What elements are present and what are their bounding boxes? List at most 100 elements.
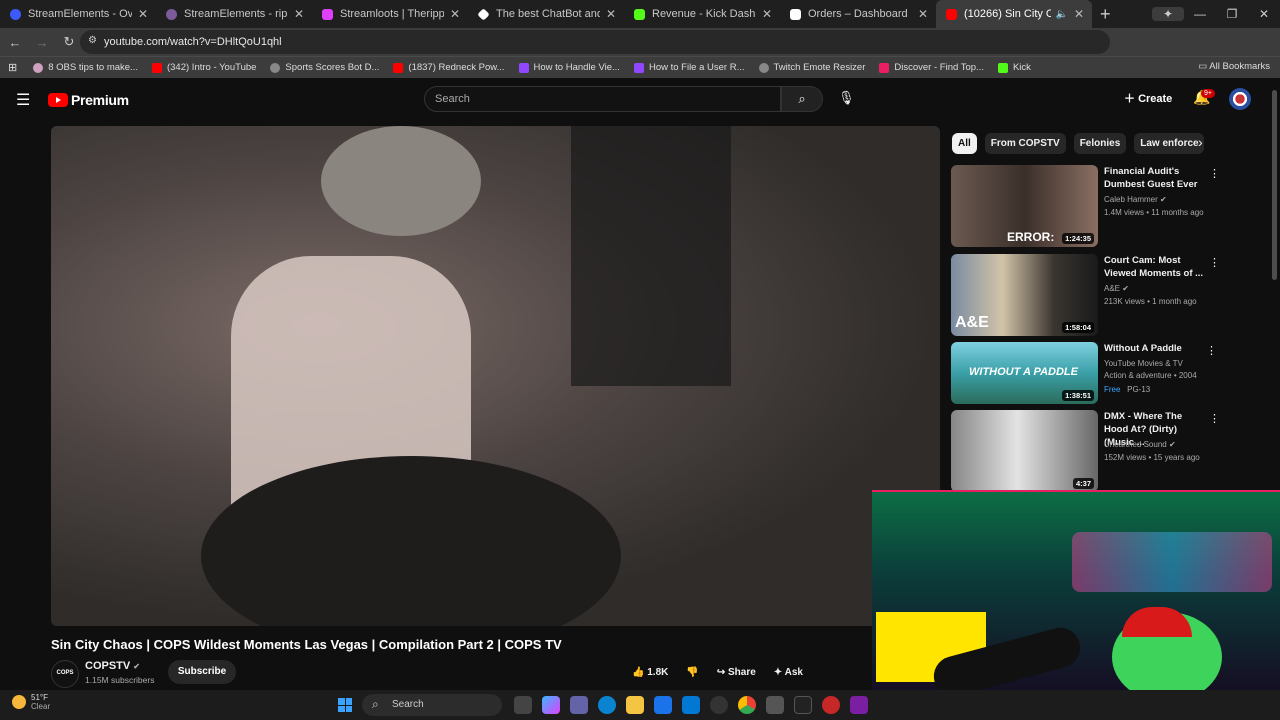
new-tab-icon[interactable]: +	[1100, 4, 1111, 25]
orders-favicon-icon	[790, 8, 801, 20]
bookmark-item[interactable]: Discover - Find Top...	[879, 62, 984, 73]
apps-grid-icon[interactable]: ⊞	[8, 61, 17, 74]
more-options-icon[interactable]: ⋮	[1209, 256, 1220, 269]
bookmark-item[interactable]: Sports Scores Bot D...	[270, 62, 379, 73]
rec-title: Without A Paddle	[1104, 343, 1182, 354]
copilot-icon[interactable]	[542, 696, 560, 714]
bookmark-item[interactable]: How to File a User R...	[633, 62, 745, 73]
bookmark-label: (342) Intro - YouTube	[166, 62, 257, 73]
video-thumbnail[interactable]: WITHOUT A PADDLE 1:38:51	[951, 342, 1098, 404]
youtube-favicon-icon	[151, 62, 162, 73]
teams-icon[interactable]	[570, 696, 588, 714]
outlook-icon[interactable]	[682, 696, 700, 714]
recommended-video[interactable]: ERROR: 1:24:35 Financial Audit's Dumbest…	[951, 165, 1221, 247]
tab-search-icon[interactable]: ✦	[1152, 7, 1184, 21]
chip-from-copstv[interactable]: From COPSTV	[984, 133, 1066, 154]
windows-start-icon[interactable]	[338, 698, 352, 712]
store-icon[interactable]	[654, 696, 672, 714]
channel-avatar[interactable]: COPS	[51, 660, 79, 688]
browser-tab[interactable]: StreamElements - Overlays ✕	[0, 0, 156, 28]
maximize-icon[interactable]: ❐	[1216, 7, 1248, 21]
browser-tab[interactable]: Orders – Dashboard ✕	[780, 0, 936, 28]
browser-tab-active[interactable]: (10266) Sin City Chaos | CO🔈 ✕	[936, 0, 1092, 28]
window-controls: ✦ — ❐ ✕	[1152, 0, 1280, 28]
subscribe-button[interactable]: Subscribe	[168, 660, 236, 684]
recommended-video[interactable]: 4:37 DMX - Where The Hood At? (Dirty) (M…	[951, 410, 1221, 492]
weather-widget[interactable]: 51°F Clear	[12, 693, 50, 711]
url-field[interactable]: ⚙ youtube.com/watch?v=DHltQoU1qhl	[80, 30, 1110, 54]
chip-felonies[interactable]: Felonies	[1073, 133, 1127, 154]
forward-icon[interactable]: →	[30, 35, 54, 50]
more-options-icon[interactable]: ⋮	[1209, 412, 1220, 425]
tab-title: StreamElements - rippedredne	[184, 8, 288, 20]
close-tab-icon[interactable]: ✕	[606, 7, 616, 21]
share-button[interactable]: ↪ Share	[717, 667, 756, 678]
mic-icon[interactable]: 🎙	[838, 90, 855, 106]
speaker-icon[interactable]: 🔈	[1055, 9, 1067, 20]
close-window-icon[interactable]: ✕	[1248, 7, 1280, 21]
app-red-icon[interactable]	[822, 696, 840, 714]
bookmark-label: Twitch Emote Resizer	[773, 62, 866, 73]
bookmark-item[interactable]: (1837) Redneck Pow...	[393, 62, 505, 73]
task-view-icon[interactable]	[514, 696, 532, 714]
terminal-icon[interactable]	[794, 696, 812, 714]
close-tab-icon[interactable]: ✕	[450, 7, 460, 21]
ask-button[interactable]: ✦ Ask	[774, 667, 803, 678]
browser-tab[interactable]: The best ChatBot and Widgets ✕	[468, 0, 624, 28]
bookmark-item[interactable]: (342) Intro - YouTube	[151, 62, 257, 73]
recommended-video[interactable]: A&E 1:58:04 Court Cam: Most Viewed Momen…	[951, 254, 1221, 336]
close-tab-icon[interactable]: ✕	[762, 7, 772, 21]
minimize-icon[interactable]: —	[1184, 7, 1216, 21]
search-button[interactable]: ⌕	[781, 86, 823, 112]
search-input[interactable]: Search	[424, 86, 781, 112]
more-options-icon[interactable]: ⋮	[1206, 344, 1217, 357]
hamburger-menu-icon[interactable]: ☰	[16, 90, 30, 110]
like-button[interactable]: 👍 1.8K	[632, 667, 668, 678]
chip-law-enforcement[interactable]: Law enforce	[1134, 133, 1205, 154]
chevron-right-icon[interactable]: ›	[1198, 134, 1203, 150]
close-tab-icon[interactable]: ✕	[138, 7, 148, 21]
file-explorer-icon[interactable]	[626, 696, 644, 714]
rec-meta: 213K views • 1 month ago	[1104, 297, 1197, 306]
close-tab-icon[interactable]: ✕	[918, 7, 928, 21]
recommended-video[interactable]: WITHOUT A PADDLE 1:38:51 Without A Paddl…	[951, 342, 1221, 404]
video-duration: 1:58:04	[1062, 322, 1094, 333]
browser-tab[interactable]: Revenue - Kick Dashboard ✕	[624, 0, 780, 28]
subscriber-count: 1.15M subscribers	[85, 675, 155, 685]
bookmark-item[interactable]: Twitch Emote Resizer	[758, 62, 866, 73]
video-player[interactable]	[51, 126, 940, 626]
rec-meta: 1.4M views • 11 months ago	[1104, 208, 1204, 217]
browser-tab[interactable]: Streamloots | Therippedredne ✕	[312, 0, 468, 28]
obs-icon[interactable]	[710, 696, 728, 714]
taskbar-search[interactable]: Search	[362, 694, 502, 716]
video-thumbnail[interactable]: ERROR: 1:24:35	[951, 165, 1098, 247]
account-avatar[interactable]	[1229, 88, 1251, 110]
rec-channel: Unearthed Sound ✔	[1104, 440, 1176, 449]
video-title: Sin City Chaos | COPS Wildest Moments La…	[51, 637, 562, 652]
create-button[interactable]: ＋ Create	[1124, 90, 1172, 106]
close-tab-icon[interactable]: ✕	[1074, 7, 1084, 21]
page-scrollbar[interactable]	[1272, 90, 1277, 280]
bookmark-item[interactable]: How to Handle Vie...	[518, 62, 620, 73]
more-options-icon[interactable]: ⋮	[1209, 167, 1220, 180]
chip-all[interactable]: All	[952, 133, 977, 154]
bookmark-item[interactable]: Kick	[997, 62, 1031, 73]
dislike-button[interactable]: 👎	[686, 667, 698, 678]
browser-tab[interactable]: StreamElements - rippedredne ✕	[156, 0, 312, 28]
youtube-play-icon	[48, 93, 68, 107]
site-info-icon[interactable]: ⚙	[88, 35, 97, 46]
chrome-icon[interactable]	[738, 696, 756, 714]
close-tab-icon[interactable]: ✕	[294, 7, 304, 21]
verified-icon: ✔	[1122, 284, 1129, 293]
reload-icon[interactable]: ↻	[57, 34, 81, 50]
all-bookmarks-button[interactable]: ▭ All Bookmarks	[1198, 61, 1270, 72]
bookmark-item[interactable]: 8 OBS tips to make...	[33, 62, 138, 73]
edge-icon[interactable]	[598, 696, 616, 714]
video-thumbnail[interactable]: A&E 1:58:04	[951, 254, 1098, 336]
back-icon[interactable]: ←	[3, 35, 27, 50]
app-icon[interactable]	[766, 696, 784, 714]
app-purple-icon[interactable]	[850, 696, 868, 714]
channel-name[interactable]: COPSTV ✔	[85, 660, 140, 672]
youtube-logo[interactable]: Premium	[48, 92, 129, 108]
video-thumbnail[interactable]: 4:37	[951, 410, 1098, 492]
